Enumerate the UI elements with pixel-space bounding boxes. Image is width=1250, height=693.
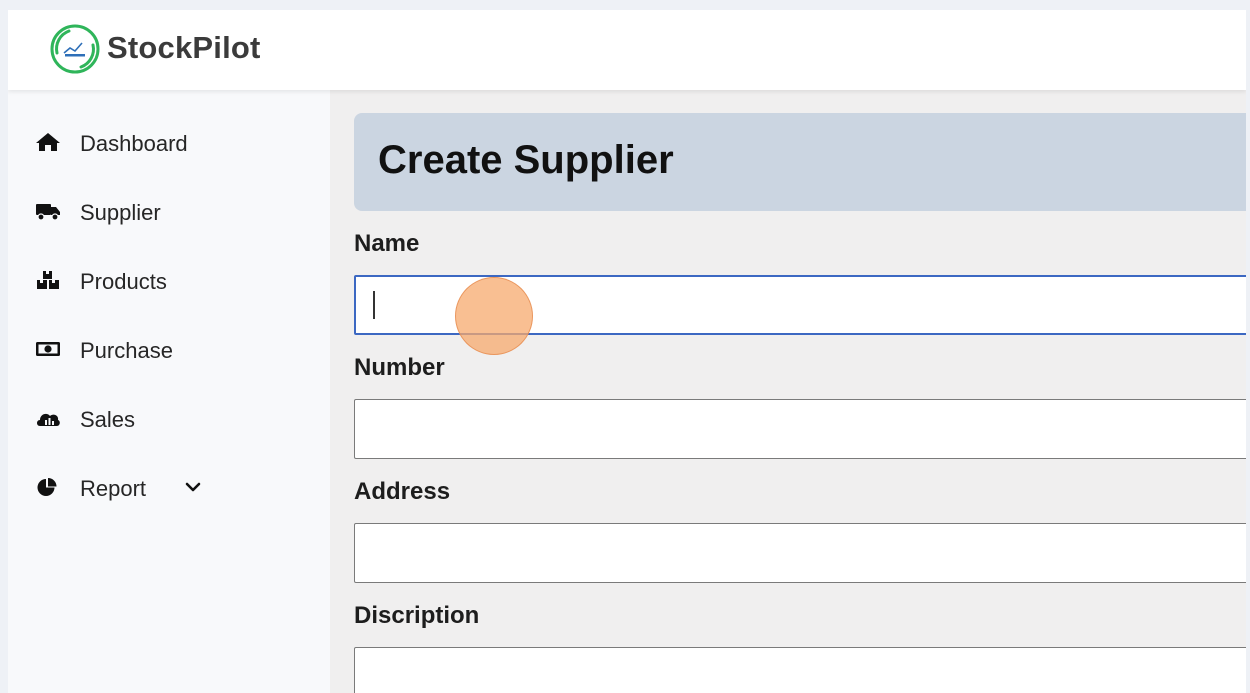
- sidebar-item-label: Supplier: [80, 200, 161, 225]
- page-header: Create Supplier: [354, 113, 1246, 211]
- truck-icon: [36, 204, 60, 221]
- page-title: Create Supplier: [378, 138, 674, 182]
- home-icon: [36, 133, 60, 151]
- description-input[interactable]: [354, 647, 1246, 693]
- sidebar-item-label: Report: [80, 476, 147, 501]
- brand-name[interactable]: StockPilot: [107, 30, 261, 66]
- main-content: Create Supplier Name Number Address Disc…: [330, 90, 1246, 693]
- name-label: Name: [354, 230, 420, 257]
- sidebar-item-label: Purchase: [80, 338, 173, 363]
- pie-chart-icon: [37, 478, 57, 496]
- sidebar-item-dashboard[interactable]: Dashboard: [8, 120, 330, 164]
- sidebar-item-report[interactable]: Report: [8, 465, 330, 509]
- sidebar-item-purchase[interactable]: Purchase: [8, 327, 330, 371]
- boxes-icon: [37, 271, 59, 289]
- click-indicator: [455, 277, 533, 355]
- sidebar-item-label: Dashboard: [80, 131, 188, 156]
- top-bar: StockPilot: [8, 10, 1246, 90]
- address-input[interactable]: [354, 523, 1246, 583]
- description-label: Discription: [354, 602, 480, 629]
- sidebar-item-sales[interactable]: Sales: [8, 396, 330, 440]
- text-caret: [373, 291, 375, 319]
- chevron-down-icon[interactable]: [184, 480, 202, 494]
- sidebar-item-label: Products: [80, 269, 167, 294]
- stockpilot-logo-icon[interactable]: [49, 23, 101, 75]
- cloud-chart-icon: [37, 413, 60, 426]
- money-bill-icon: [36, 342, 60, 356]
- sidebar-item-label: Sales: [80, 407, 136, 432]
- app-window: StockPilot Dashboard Supplier Products P…: [8, 10, 1246, 693]
- sidebar-item-supplier[interactable]: Supplier: [8, 189, 330, 233]
- address-label: Address: [354, 478, 451, 505]
- sidebar: Dashboard Supplier Products Purchase Sal…: [8, 90, 330, 693]
- number-label: Number: [354, 354, 445, 381]
- number-input[interactable]: [354, 399, 1246, 459]
- sidebar-item-products[interactable]: Products: [8, 258, 330, 302]
